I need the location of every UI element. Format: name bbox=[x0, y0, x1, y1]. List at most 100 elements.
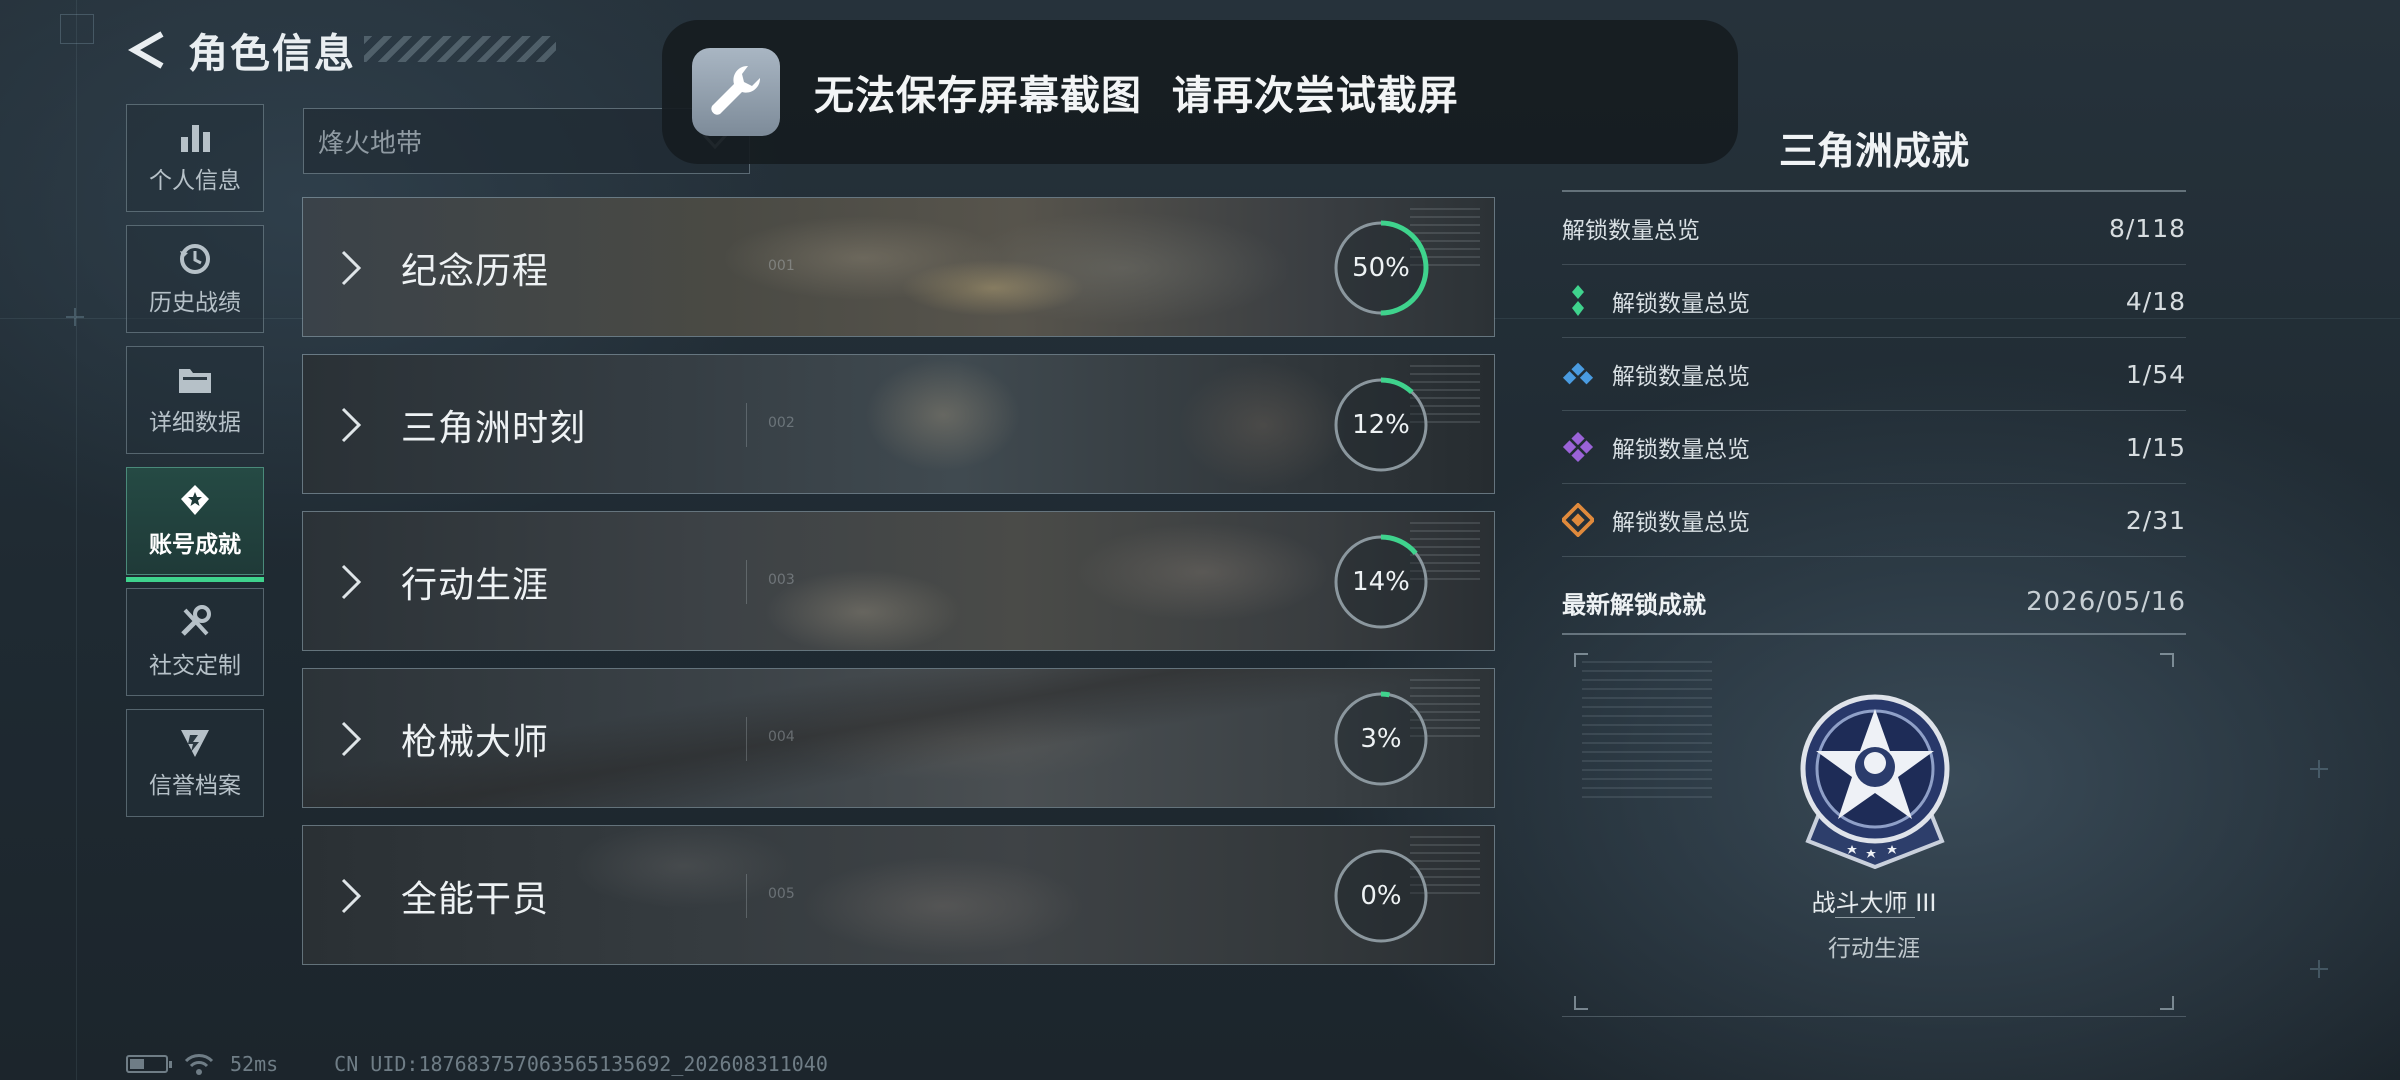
nav-item-label: 历史战绩 bbox=[149, 290, 241, 316]
user-uid: CN UID:187683757063565135692_20260831104… bbox=[334, 1052, 828, 1076]
folder-icon bbox=[179, 369, 211, 393]
achievement-star-icon bbox=[181, 485, 209, 515]
back-button[interactable] bbox=[126, 28, 170, 72]
summary-row-tier: 解锁数量总览 2/31 bbox=[1562, 484, 2186, 557]
chevron-right-icon bbox=[341, 407, 362, 443]
card-divider bbox=[746, 717, 747, 761]
category-name: 枪械大师 bbox=[401, 722, 550, 763]
tier-label: 解锁数量总览 bbox=[1612, 291, 1750, 317]
badge-category: 行动生涯 bbox=[1828, 936, 1920, 962]
mode-select-value: 烽火地带 bbox=[318, 128, 423, 159]
nav-item-label: 详细数据 bbox=[149, 410, 241, 436]
decor-cross bbox=[66, 308, 84, 326]
summary-row-total: 解锁数量总览 8/118 bbox=[1562, 192, 2186, 265]
category-index: 001 bbox=[768, 258, 795, 274]
nav-item-account-achievements[interactable]: 账号成就 bbox=[126, 467, 264, 582]
badge-divider bbox=[1835, 917, 1915, 918]
page-title: 角色信息 bbox=[188, 31, 356, 77]
category-name: 行动生涯 bbox=[401, 565, 550, 606]
progress-percent: 3% bbox=[1360, 724, 1402, 754]
decor-gridline bbox=[76, 0, 77, 1080]
summary-row-tier: 解锁数量总览 1/54 bbox=[1562, 338, 2186, 411]
summary-row-tier: 解锁数量总览 4/18 bbox=[1562, 265, 2186, 338]
summary-count: 8/118 bbox=[2108, 213, 2186, 243]
achievement-summary-panel: 三角洲成就 解锁数量总览 8/118 解锁数量总览 4/18 解锁数量总览 1/… bbox=[1562, 124, 2186, 1017]
latest-achievement-showcase[interactable]: 战斗大师 III 行动生涯 bbox=[1562, 647, 2186, 1017]
toast-notification: 无法保存屏幕截图 请再次尝试截屏 bbox=[662, 20, 1738, 164]
blue-tier-icon bbox=[1562, 358, 1594, 390]
summary-label: 解锁数量总览 bbox=[1562, 218, 1700, 244]
category-index: 003 bbox=[768, 572, 795, 588]
latest-achievement-label: 最新解锁成就 bbox=[1562, 590, 1706, 619]
status-bar: 52ms CN UID:187683757063565135692_202608… bbox=[126, 1052, 828, 1076]
achievement-category-list: 纪念历程 001 50% 三角洲时刻 002 12% 行动生涯 003 14% … bbox=[302, 197, 1495, 982]
badge-name: 战斗大师 III bbox=[1811, 889, 1937, 917]
tier-label: 解锁数量总览 bbox=[1612, 510, 1750, 536]
toast-message: 无法保存屏幕截图 请再次尝试截屏 bbox=[814, 73, 1459, 119]
tier-label: 解锁数量总览 bbox=[1612, 364, 1750, 390]
frame-corner bbox=[1574, 996, 1588, 1010]
nav-item-label: 社交定制 bbox=[149, 653, 241, 679]
category-index: 002 bbox=[768, 415, 795, 431]
tier-count: 1/15 bbox=[2125, 432, 2186, 462]
tools-icon bbox=[181, 605, 211, 636]
nav-item-battle-history[interactable]: 历史战绩 bbox=[126, 225, 264, 333]
tier-count: 2/31 bbox=[2125, 505, 2186, 535]
purple-tier-icon bbox=[1562, 431, 1594, 463]
latest-achievement-header: 最新解锁成就 2026/05/16 bbox=[1562, 571, 2186, 635]
history-clock-icon bbox=[180, 244, 210, 274]
progress-percent: 0% bbox=[1360, 881, 1402, 911]
decor-scanlines bbox=[1582, 661, 1712, 801]
card-divider bbox=[746, 874, 747, 918]
nav-item-label: 账号成就 bbox=[149, 532, 241, 558]
category-card[interactable]: 枪械大师 004 3% bbox=[302, 668, 1495, 808]
progress-percent: 14% bbox=[1352, 567, 1410, 597]
card-divider bbox=[746, 560, 747, 604]
tier-label: 解锁数量总览 bbox=[1612, 437, 1750, 463]
category-card[interactable]: 全能干员 005 0% bbox=[302, 825, 1495, 965]
decor-frame bbox=[60, 14, 94, 44]
category-card[interactable]: 纪念历程 001 50% bbox=[302, 197, 1495, 337]
frame-corner bbox=[2160, 996, 2174, 1010]
category-name: 三角洲时刻 bbox=[401, 408, 587, 449]
chevron-right-icon bbox=[341, 250, 362, 286]
category-name: 纪念历程 bbox=[401, 251, 550, 292]
tier-count: 1/54 bbox=[2125, 359, 2186, 389]
bar-chart-icon bbox=[181, 125, 210, 152]
category-card[interactable]: 三角洲时刻 002 12% bbox=[302, 354, 1495, 494]
decor-cross bbox=[2310, 960, 2328, 978]
page-header: 角色信息 bbox=[126, 20, 356, 80]
category-index: 005 bbox=[768, 886, 795, 902]
orange-tier-icon bbox=[1562, 503, 1594, 537]
chevron-right-icon bbox=[341, 878, 362, 914]
wifi-icon bbox=[184, 1054, 214, 1075]
battery-icon bbox=[126, 1055, 172, 1073]
nav-item-label: 个人信息 bbox=[149, 168, 241, 194]
wrench-icon bbox=[692, 48, 780, 136]
title-hatch-decor bbox=[364, 36, 556, 62]
progress-percent: 50% bbox=[1352, 253, 1410, 283]
chevron-right-icon bbox=[341, 564, 362, 600]
category-index: 004 bbox=[768, 729, 795, 745]
achievement-badge-icon bbox=[1800, 694, 1950, 869]
latest-achievement-date: 2026/05/16 bbox=[2026, 587, 2186, 617]
ping-value: 52ms bbox=[230, 1052, 279, 1076]
frame-corner bbox=[2160, 653, 2174, 667]
card-divider bbox=[746, 403, 747, 447]
sidebar-nav: 个人信息 历史战绩 详细数据 账号成就 社交定制 信誉档案 bbox=[126, 104, 264, 830]
nav-item-personal-info[interactable]: 个人信息 bbox=[126, 104, 264, 212]
summary-row-tier: 解锁数量总览 1/15 bbox=[1562, 411, 2186, 484]
green-tier-icon bbox=[1562, 285, 1594, 317]
category-card[interactable]: 行动生涯 003 14% bbox=[302, 511, 1495, 651]
credit-badge-icon bbox=[181, 730, 209, 757]
nav-item-social-custom[interactable]: 社交定制 bbox=[126, 588, 264, 696]
category-name: 全能干员 bbox=[401, 879, 550, 920]
decor-cross bbox=[2310, 760, 2328, 778]
back-arrow-icon bbox=[128, 31, 164, 69]
nav-item-detailed-data[interactable]: 详细数据 bbox=[126, 346, 264, 454]
nav-item-credit-record[interactable]: 信誉档案 bbox=[126, 709, 264, 817]
progress-percent: 12% bbox=[1352, 410, 1410, 440]
chevron-right-icon bbox=[341, 721, 362, 757]
nav-item-label: 信誉档案 bbox=[149, 773, 241, 799]
tier-count: 4/18 bbox=[2125, 286, 2186, 316]
